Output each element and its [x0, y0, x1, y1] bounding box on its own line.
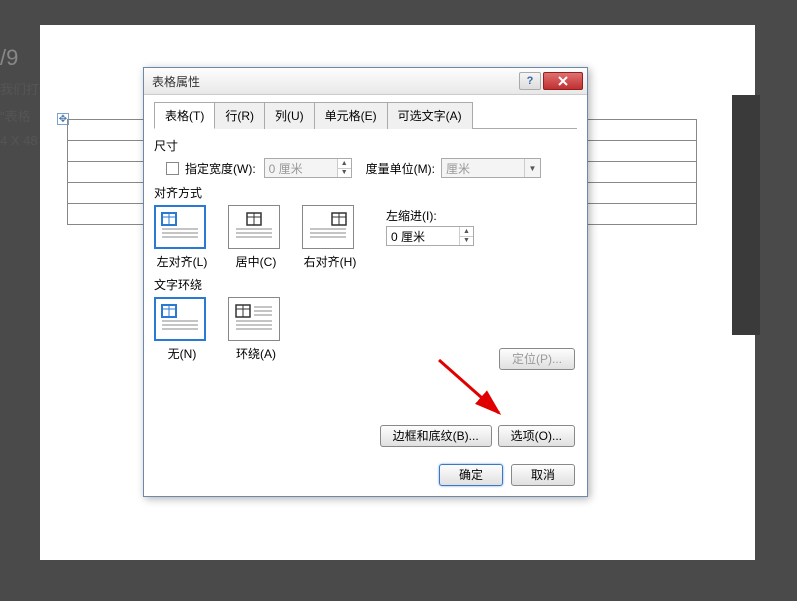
- text-fragment-1: 我们打: [0, 79, 78, 98]
- align-center-option[interactable]: [228, 205, 280, 249]
- options-button[interactable]: 选项(O)...: [498, 425, 575, 447]
- tab-column[interactable]: 列(U): [264, 102, 315, 129]
- dialog-body: 表格(T) 行(R) 列(U) 单元格(E) 可选文字(A) 尺寸 指定宽度(W…: [144, 95, 587, 496]
- alignment-group: 左对齐(L) 居中(C) 右对齐(H): [154, 205, 577, 270]
- tab-alttext[interactable]: 可选文字(A): [387, 102, 473, 129]
- tab-cell[interactable]: 单元格(E): [314, 102, 388, 129]
- spin-up[interactable]: ▲: [338, 159, 351, 169]
- align-right-label: 右对齐(H): [302, 253, 358, 270]
- align-center-label: 居中(C): [228, 253, 284, 270]
- align-right-option[interactable]: [302, 205, 354, 249]
- wrap-none-label: 无(N): [154, 345, 210, 362]
- unit-label: 度量单位(M):: [366, 160, 435, 177]
- align-center-icon: [234, 211, 274, 243]
- wrap-around-option[interactable]: [228, 297, 280, 341]
- size-label: 尺寸: [154, 137, 577, 154]
- document-canvas: /9 我们打 "表格 4 X 48 ✥ 表格属性 ? 表格(T) 行(R) 列(: [40, 25, 755, 560]
- close-icon: [557, 76, 569, 86]
- align-label: 对齐方式: [154, 184, 577, 201]
- table-properties-dialog: 表格属性 ? 表格(T) 行(R) 列(U) 单元格(E) 可选文字(A) 尺寸…: [143, 67, 588, 497]
- dialog-titlebar[interactable]: 表格属性 ?: [144, 68, 587, 95]
- chevron-down-icon: ▼: [524, 159, 540, 177]
- align-left-label: 左对齐(L): [154, 253, 210, 270]
- cancel-button[interactable]: 取消: [511, 464, 575, 486]
- spin-up[interactable]: ▲: [460, 227, 473, 237]
- align-left-icon: [160, 211, 200, 243]
- close-button[interactable]: [543, 72, 583, 90]
- side-panel: [732, 95, 760, 335]
- spin-down[interactable]: ▼: [338, 169, 351, 178]
- indent-label: 左缩进(I):: [386, 207, 474, 224]
- specify-width-checkbox[interactable]: [166, 162, 179, 175]
- wrap-around-icon: [234, 303, 274, 335]
- indent-input[interactable]: [387, 227, 459, 245]
- wrap-around-label: 环绕(A): [228, 345, 284, 362]
- width-input[interactable]: [265, 159, 337, 177]
- ok-button[interactable]: 确定: [439, 464, 503, 486]
- specify-width-label: 指定宽度(W):: [185, 160, 256, 177]
- align-right-icon: [308, 211, 348, 243]
- wrap-none-icon: [160, 303, 200, 335]
- dialog-title: 表格属性: [152, 73, 517, 90]
- help-button[interactable]: ?: [519, 72, 541, 90]
- borders-shading-button[interactable]: 边框和底纹(B)...: [380, 425, 492, 447]
- tab-table[interactable]: 表格(T): [154, 102, 215, 129]
- width-spinner[interactable]: ▲▼: [264, 158, 352, 178]
- indent-spinner[interactable]: ▲▼: [386, 226, 474, 246]
- tab-row[interactable]: 行(R): [214, 102, 265, 129]
- page-indicator: /9: [0, 45, 78, 71]
- align-left-option[interactable]: [154, 205, 206, 249]
- unit-select[interactable]: 厘米 ▼: [441, 158, 541, 178]
- wrap-label: 文字环绕: [154, 276, 577, 293]
- unit-value: 厘米: [446, 160, 470, 177]
- spin-down[interactable]: ▼: [460, 237, 473, 246]
- tabs: 表格(T) 行(R) 列(U) 单元格(E) 可选文字(A): [154, 101, 577, 129]
- wrap-none-option[interactable]: [154, 297, 206, 341]
- position-button: 定位(P)...: [499, 348, 575, 370]
